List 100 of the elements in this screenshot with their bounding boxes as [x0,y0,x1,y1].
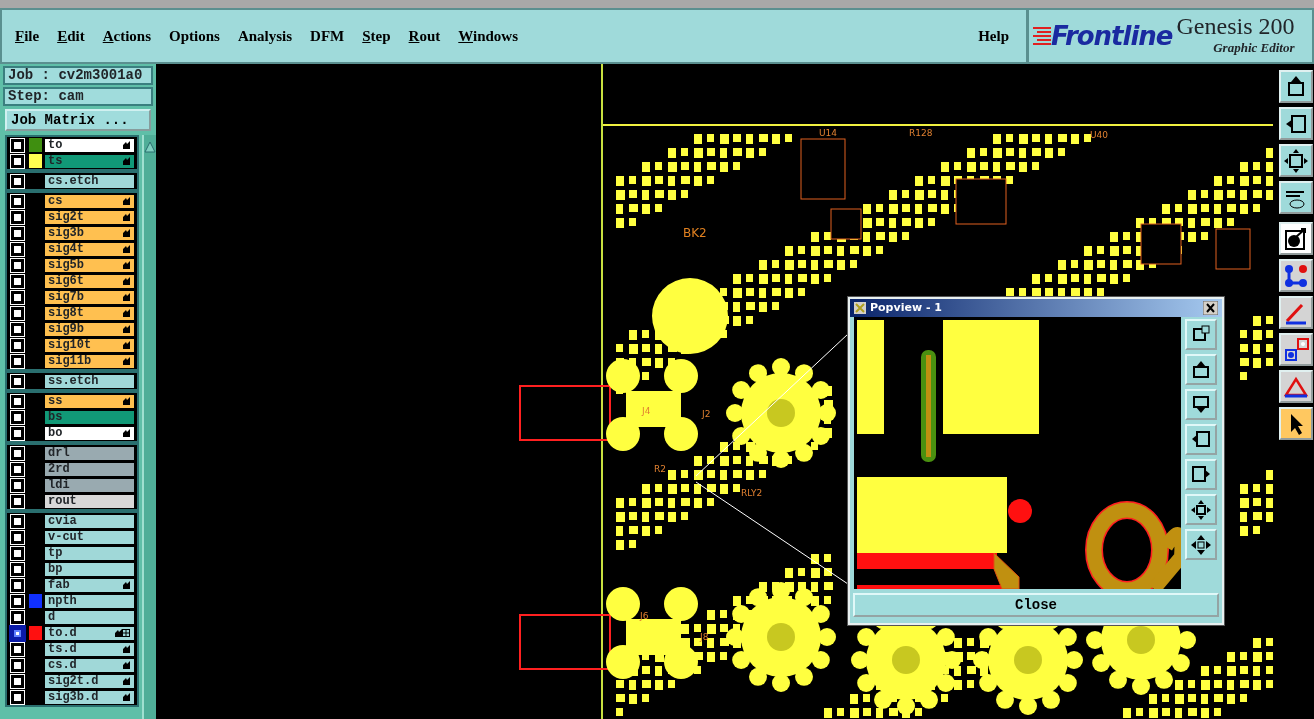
move-right-button[interactable] [1185,459,1217,490]
layer-name[interactable]: ss [44,393,135,409]
layer-name[interactable]: sig8t [44,305,135,321]
menu-item[interactable]: Step [353,24,400,48]
close-icon[interactable] [1203,301,1218,315]
layer-name[interactable]: tp [44,545,135,561]
component-label: U14 [819,128,838,138]
menu-item[interactable]: Options [160,24,229,48]
layer-name[interactable]: bs [44,409,135,425]
export-tool-button[interactable] [1279,70,1313,103]
menu-item[interactable]: Rout [399,24,450,48]
menu-item[interactable]: Windows [449,24,528,48]
layer-label: cs [48,194,63,208]
zoom-in-icon [1190,498,1212,521]
popup-title: Popview - 1 [870,299,942,316]
component-label: J8 [700,632,709,642]
layer-label: sig4t [48,242,84,256]
layer-label: to [48,138,63,152]
layer-name[interactable]: to.d [44,625,135,641]
layer-name[interactable]: sig10t [44,337,135,353]
layer-label: ts.d [48,642,77,656]
layer-name[interactable]: sig5b [44,257,135,273]
snap-tool-button[interactable] [1279,222,1313,255]
layer-label: bs [48,410,63,424]
layer-name[interactable]: npth [44,593,135,609]
scrollbar[interactable] [142,135,156,719]
zoom-in-button[interactable] [1185,494,1217,525]
layer-name[interactable]: bo [44,425,135,441]
component-label: J2 [702,409,711,419]
move-down-button[interactable] [1185,389,1217,420]
fit-view-tool-button[interactable] [1279,144,1313,177]
layer-name[interactable]: sig7b [44,289,135,305]
layer-label: sig2t.d [48,674,99,688]
layer-name[interactable]: sig3b.d [44,689,135,705]
nodes-tool-button[interactable] [1279,259,1313,292]
layer-label: ss [48,394,63,408]
layer-label: cs.etch [48,174,99,188]
speed-lines-icon [1033,25,1051,47]
layer-name[interactable]: ts.d [44,641,135,657]
layer-name[interactable]: d [44,609,135,625]
layer-name[interactable]: sig2t [44,209,135,225]
layer-name[interactable]: sig2t.d [44,673,135,689]
layer-name[interactable]: sig3b [44,225,135,241]
pan-button[interactable] [1185,529,1217,560]
layer-name[interactable]: ts [44,153,135,169]
layer-name[interactable]: fab [44,577,135,593]
component-label: BK2 [683,226,707,240]
step-label: Step: cam [3,87,153,106]
menu-item[interactable]: File [6,24,49,48]
layer-label: tp [48,546,63,560]
layer-name[interactable]: cs.d [44,657,135,673]
layer-label: ts [48,154,63,168]
layer-checkbox[interactable] [11,626,24,640]
layer-name[interactable]: to [44,137,135,153]
layer-name[interactable]: sig11b [44,353,135,369]
pointer-tool-button[interactable] [1279,407,1313,440]
layer-label: bo [48,426,63,440]
move-up-button[interactable] [1185,354,1217,385]
menu-item[interactable]: Actions [93,24,161,48]
product-name: Genesis 200 [1176,14,1295,39]
component-outline [1140,223,1182,265]
layer-label: ss.etch [48,374,99,388]
measure-tool-button[interactable] [1279,296,1313,329]
layer-name[interactable]: ss.etch [44,373,135,389]
layer-name[interactable]: rout [44,493,135,509]
layer-name[interactable]: sig9b [44,321,135,337]
layer-label: sig2t [48,210,84,224]
help-menu[interactable]: Help [969,24,1018,48]
layer-label: rout [48,494,77,508]
import-tool-button[interactable] [1279,107,1313,140]
layer-name[interactable]: ldi [44,477,135,493]
layer-name[interactable]: drl [44,445,135,461]
zoom-window-button[interactable] [1185,319,1217,350]
layer-name[interactable]: 2rd [44,461,135,477]
layer-label: drl [48,446,70,460]
layer-name[interactable]: cs.etch [44,173,135,189]
job-matrix-button[interactable]: Job Matrix ... [5,109,151,131]
connect-tool-button[interactable] [1279,333,1313,366]
layer-label: sig8t [48,306,84,320]
menu-item[interactable]: DFM [301,24,354,48]
layer-name[interactable]: cs [44,193,135,209]
close-button[interactable]: Close [853,593,1219,617]
layer-name[interactable]: sig4t [44,241,135,257]
menu-item[interactable]: Edit [48,24,94,48]
component-label: R128 [909,128,933,138]
tools-tool-button[interactable] [1279,181,1313,214]
layer-label: 2rd [48,462,70,476]
layer-label: npth [48,594,77,608]
component-outline [800,138,846,200]
layer-name[interactable]: cvia [44,513,135,529]
layer-name[interactable]: bp [44,561,135,577]
move-left-button[interactable] [1185,424,1217,455]
triangle-ruler-tool-button[interactable] [1279,370,1313,403]
layer-name[interactable]: v-cut [44,529,135,545]
layer-label: cvia [48,514,77,528]
layer-label: bp [48,562,63,576]
layer-label: sig3b.d [48,690,99,704]
menu-item[interactable]: Analysis [228,24,302,48]
layer-name[interactable]: sig6t [44,273,135,289]
layer-label: sig6t [48,274,84,288]
